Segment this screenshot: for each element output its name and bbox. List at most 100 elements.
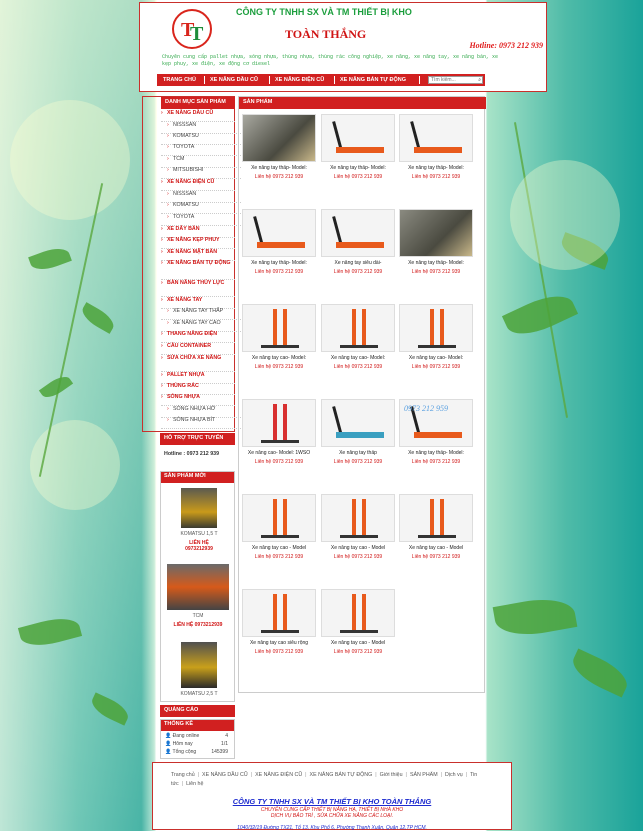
product-card[interactable]: Xe nâng tay thấp- Model: Liên hệ 0973 212… <box>241 114 317 180</box>
category-label: THANG NÂNG ĐIỆN <box>167 331 218 337</box>
category-item[interactable]: › THANG NÂNG ĐIỆN <box>161 331 235 343</box>
product-image[interactable] <box>399 494 473 542</box>
new-product-item[interactable]: KOMATSU 1,5 T LIÊN HỆ 0973212939 <box>179 488 219 552</box>
product-card[interactable]: 0973 212 959 Xe nâng tay thấp- Model: Liên… <box>398 399 474 465</box>
product-name[interactable]: Xe nâng tay thấp <box>320 450 396 456</box>
footer-link[interactable]: XE NÂNG ĐIỆN CŨ <box>255 772 302 778</box>
product-name[interactable]: Xe nâng tay thấp- Model: <box>398 450 474 456</box>
product-card[interactable]: Xe nâng tay thấp- Model: Liên hệ 0973 212… <box>398 114 474 180</box>
category-item[interactable]: › TOYOTA <box>161 144 241 156</box>
product-card[interactable]: Xe nâng tay cao siêu rộng Liên hệ 0973 21… <box>241 589 317 655</box>
product-name[interactable]: Xe nâng tay siêu dài- <box>320 260 396 266</box>
nav-item-diesel-forklift[interactable]: XE NÂNG DẦU CŨ <box>210 77 258 83</box>
product-name[interactable]: Xe nâng tay thấp- Model: <box>398 165 474 171</box>
search-icon[interactable]: ⌕ <box>478 77 481 83</box>
product-image[interactable] <box>242 494 316 542</box>
category-item[interactable]: › TOYOTA <box>161 214 241 226</box>
product-card[interactable]: Xe nâng tay cao- Model: Liên hệ 0973 212 … <box>241 304 317 370</box>
product-card[interactable]: Xe nâng tay cao - Model Liên hệ 0973 212 … <box>320 589 396 655</box>
footer-link[interactable]: Liên hệ <box>186 781 203 787</box>
product-name[interactable]: Xe nâng tay cao - Model <box>320 640 396 646</box>
footer-link[interactable]: XE NÂNG DẦU CŨ <box>202 772 248 778</box>
nav-item-electric-forklift[interactable]: XE NÂNG ĐIỆN CŨ <box>275 77 324 83</box>
product-image[interactable] <box>321 589 395 637</box>
product-card[interactable]: Xe nâng cao- Model: 1WSO Liên hệ 0973 212… <box>241 399 317 465</box>
new-product-phone: LIÊN HỆ 0973212939 <box>173 622 223 628</box>
product-name[interactable]: Xe nâng tay thấp- Model: <box>398 260 474 266</box>
new-product-name[interactable]: KOMATSU 1,5 T <box>179 531 219 537</box>
product-card[interactable]: Xe nâng tay thấp- Model: Liên hệ 0973 212… <box>241 209 317 275</box>
category-item[interactable]: › BÀN NÂNG THỦY LỰC <box>161 280 235 297</box>
new-product-item[interactable]: KOMATSU 2,5 T <box>179 642 219 697</box>
product-image[interactable] <box>242 399 316 447</box>
footer-link[interactable]: Dịch vụ <box>445 772 463 778</box>
nav-item-home[interactable]: TRANG CHỦ <box>163 77 196 83</box>
footer-link[interactable]: XE NÂNG BÁN TỰ ĐỘNG <box>310 772 373 778</box>
category-item[interactable]: › SÓNG NHỰA BÍT <box>161 417 241 429</box>
category-label: SÓNG NHỰA <box>167 394 200 400</box>
company-name: CÔNG TY TNHH SX VÀ TM THIẾT BỊ KHO <box>236 7 412 17</box>
new-product-item[interactable]: TCM LIÊN HỆ 0973212939 <box>167 564 229 628</box>
product-image[interactable] <box>242 304 316 352</box>
product-image[interactable] <box>321 209 395 257</box>
category-item[interactable]: › XE NÂNG DẦU CŨ <box>161 110 235 122</box>
category-label: PALLET NHỰA <box>167 372 205 378</box>
product-image[interactable] <box>242 589 316 637</box>
product-name[interactable]: Xe nâng tay thấp- Model: <box>241 165 317 171</box>
product-image[interactable] <box>242 114 316 162</box>
footer-company[interactable]: CÔNG TY TNHH SX VÀ TM THIẾT BỊ KHO TOÀN … <box>153 797 511 806</box>
product-image[interactable] <box>321 494 395 542</box>
category-item[interactable]: › CẦU CONTAINER <box>161 343 235 355</box>
new-product-name[interactable]: KOMATSU 2,5 T <box>179 691 219 697</box>
category-item[interactable]: › MITSUBISHI <box>161 167 241 179</box>
category-label: NISSSAN <box>173 191 197 197</box>
product-image[interactable] <box>399 304 473 352</box>
category-item[interactable]: › XE NÂNG TAY THẤP <box>161 308 241 320</box>
category-item[interactable]: › XE NÂNG ĐIỆN CŨ <box>161 179 235 191</box>
product-name[interactable]: Xe nâng tay thấp- Model: <box>320 165 396 171</box>
new-product-phone: LIÊN HỆ 0973212939 <box>185 540 213 552</box>
product-card[interactable]: Xe nâng tay thấp- Model: Liên hệ 0973 212… <box>398 209 474 275</box>
product-name[interactable]: Xe nâng tay cao - Model <box>241 545 317 551</box>
product-card[interactable]: Xe nâng tay thấp Liên hệ 0973 212 939 <box>320 399 396 465</box>
product-name[interactable]: Xe nâng tay cao siêu rộng <box>241 640 317 646</box>
product-name[interactable]: Xe nâng tay cao - Model <box>320 545 396 551</box>
product-image[interactable] <box>242 209 316 257</box>
category-item[interactable]: › XE NÂNG KẸP PHUY <box>161 237 235 249</box>
product-image[interactable] <box>321 114 395 162</box>
footer-link[interactable]: Giới thiệu <box>380 772 403 778</box>
search-input[interactable] <box>429 77 477 83</box>
header-slogan: Chuyên cung cấp pallet nhựa, sóng nhựa, … <box>162 54 499 67</box>
new-product-image[interactable] <box>181 488 217 528</box>
product-image[interactable] <box>399 209 473 257</box>
product-image[interactable]: 0973 212 959 <box>399 399 473 447</box>
product-card[interactable]: Xe nâng tay cao - Model Liên hệ 0973 212 … <box>398 494 474 560</box>
product-name[interactable]: Xe nâng cao- Model: 1WSO <box>241 450 317 456</box>
product-image[interactable] <box>321 399 395 447</box>
footer-link[interactable]: SẢN PHẨM <box>410 772 438 778</box>
product-card[interactable]: Xe nâng tay siêu dài- Liên hệ 0973 212 93… <box>320 209 396 275</box>
product-name[interactable]: Xe nâng tay cao- Model: <box>398 355 474 361</box>
new-product-name[interactable]: TCM <box>167 613 229 619</box>
product-phone: Liên hệ 0973 212 939 <box>333 174 383 180</box>
product-name[interactable]: Xe nâng tay cao- Model: <box>320 355 396 361</box>
new-product-image[interactable] <box>181 642 217 688</box>
company-logo[interactable]: T T <box>172 9 212 49</box>
nav-item-semi-auto[interactable]: XE NÂNG BÁN TỰ ĐỘNG <box>340 77 406 83</box>
category-item[interactable]: › XE NÂNG BÁN TỰ ĐỘNG <box>161 260 235 280</box>
category-item[interactable]: › SỬA CHỮA XE NÂNG <box>161 355 235 372</box>
new-product-image[interactable] <box>167 564 229 610</box>
product-image[interactable] <box>399 114 473 162</box>
product-card[interactable]: Xe nâng tay cao- Model: Liên hệ 0973 212 … <box>320 304 396 370</box>
product-card[interactable]: Xe nâng tay cao - Model Liên hệ 0973 212 … <box>241 494 317 560</box>
category-item[interactable]: › KOMATSU <box>161 202 241 214</box>
footer-link[interactable]: Trang chủ <box>171 772 195 778</box>
product-name[interactable]: Xe nâng tay thấp- Model: <box>241 260 317 266</box>
category-item[interactable]: › SÓNG NHỰA <box>161 394 235 406</box>
product-image[interactable] <box>321 304 395 352</box>
product-name[interactable]: Xe nâng tay cao - Model <box>398 545 474 551</box>
product-card[interactable]: Xe nâng tay thấp- Model: Liên hệ 0973 212… <box>320 114 396 180</box>
product-card[interactable]: Xe nâng tay cao - Model Liên hệ 0973 212 … <box>320 494 396 560</box>
product-card[interactable]: Xe nâng tay cao- Model: Liên hệ 0973 212 … <box>398 304 474 370</box>
product-name[interactable]: Xe nâng tay cao- Model: <box>241 355 317 361</box>
